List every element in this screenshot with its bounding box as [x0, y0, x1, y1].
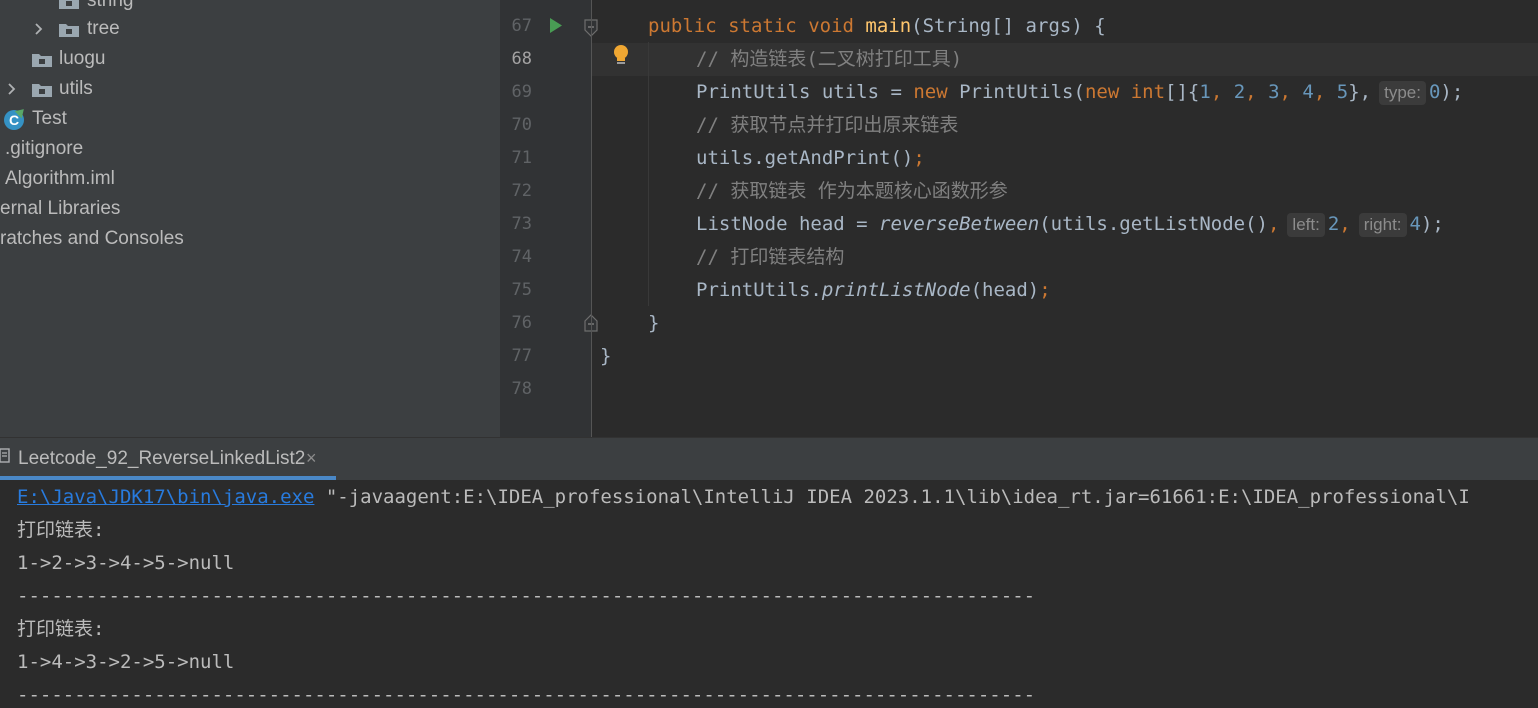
code-line-70[interactable]: // 获取节点并打印出原来链表	[696, 109, 958, 142]
tree-item-label: luogu	[59, 48, 106, 69]
line-number: 77	[511, 346, 532, 366]
line-number: 70	[511, 115, 532, 135]
code-line-75[interactable]: PrintUtils.printListNode(head);	[696, 274, 1051, 307]
code-line-69[interactable]: PrintUtils utils = new PrintUtils(new in…	[696, 76, 1463, 109]
run-tab[interactable]: Leetcode_92_ReverseLinkedList2 ×	[0, 438, 336, 480]
tree-item-external-libraries[interactable]: ernal Libraries	[0, 194, 500, 224]
tree-item-label: Algorithm.iml	[5, 168, 115, 189]
code-line-73[interactable]: ListNode head = reverseBetween(utils.get…	[696, 208, 1444, 241]
line-number: 72	[511, 181, 532, 201]
run-icon[interactable]	[549, 17, 563, 34]
code-line-77[interactable]: }	[600, 340, 611, 373]
console-output-line: 打印链表:	[17, 519, 105, 541]
run-tab-label: Leetcode_92_ReverseLinkedList2	[18, 448, 306, 469]
console-output-line: 1->2->3->4->5->null	[17, 552, 235, 574]
line-number: 68	[511, 49, 532, 69]
console-output-line: 1->4->3->2->5->null	[17, 651, 235, 673]
parameter-hint: left:	[1287, 213, 1325, 237]
tree-item-label: utils	[59, 78, 93, 99]
code-editor[interactable]: 67 68 69 70 71 72 73 74 75 76 77 78 publ…	[500, 0, 1538, 438]
chevron-right-icon[interactable]	[5, 74, 19, 104]
tree-item-test[interactable]: C Test	[0, 104, 500, 134]
line-number: 69	[511, 82, 532, 102]
line-number: 76	[511, 313, 532, 333]
line-number: 75	[511, 280, 532, 300]
code-line-72[interactable]: // 获取链表 作为本题核心函数形参	[696, 175, 1008, 208]
code-line-67[interactable]: public static void main(String[] args) {	[648, 10, 1106, 43]
indent-guide	[648, 42, 649, 306]
tree-item-label: Test	[32, 108, 67, 129]
tree-item-label: ratches and Consoles	[0, 228, 184, 249]
code-line-76[interactable]: }	[648, 307, 659, 340]
lightbulb-icon[interactable]	[612, 44, 630, 66]
tree-item-tree[interactable]: tree	[0, 14, 500, 44]
tree-item-label: tree	[87, 18, 120, 39]
project-tool-window: string tree luogu utils C Test .gitignor…	[0, 0, 500, 438]
tree-item-luogu[interactable]: luogu	[0, 44, 500, 74]
java-class-icon: C	[4, 110, 24, 130]
code-line-74[interactable]: // 打印链表结构	[696, 241, 844, 274]
line-number: 74	[511, 247, 532, 267]
tree-item-scratches[interactable]: ratches and Consoles	[0, 224, 500, 254]
close-icon[interactable]: ×	[306, 448, 317, 469]
tree-item-label: .gitignore	[5, 138, 84, 159]
chevron-right-icon[interactable]	[32, 14, 46, 44]
tree-item-algorithm-iml[interactable]: Algorithm.iml	[0, 164, 500, 194]
console-command-line: E:\Java\JDK17\bin\java.exe "-javaagent:E…	[17, 486, 1470, 508]
line-number: 78	[511, 379, 532, 399]
code-line-68[interactable]: // 构造链表(二叉树打印工具)	[696, 43, 962, 76]
parameter-hint: right:	[1358, 213, 1407, 237]
tree-item-gitignore[interactable]: .gitignore	[0, 134, 500, 164]
console-output-line: ----------------------------------------…	[17, 684, 1036, 706]
java-exe-link[interactable]: E:\Java\JDK17\bin\java.exe	[17, 486, 314, 508]
folder-icon	[32, 84, 52, 97]
tree-item-label: ernal Libraries	[0, 198, 121, 219]
console-output-line: ----------------------------------------…	[17, 585, 1036, 607]
line-number: 73	[511, 214, 532, 234]
folder-icon	[32, 54, 52, 67]
console-output-line: 打印链表:	[17, 618, 105, 640]
parameter-hint: type:	[1379, 81, 1426, 105]
line-number: 67	[511, 16, 532, 36]
run-tab-bar: Leetcode_92_ReverseLinkedList2 ×	[0, 438, 1538, 480]
folder-icon	[59, 24, 79, 37]
editor-gutter: 67 68 69 70 71 72 73 74 75 76 77 78	[500, 0, 628, 438]
console-icon	[0, 448, 10, 463]
run-console[interactable]: E:\Java\JDK17\bin\java.exe "-javaagent:E…	[0, 480, 1538, 708]
code-line-71[interactable]: utils.getAndPrint();	[696, 142, 925, 175]
tree-item-utils[interactable]: utils	[0, 74, 500, 104]
line-number: 71	[511, 148, 532, 168]
gutter-border	[591, 0, 592, 438]
folder-icon	[59, 0, 79, 9]
